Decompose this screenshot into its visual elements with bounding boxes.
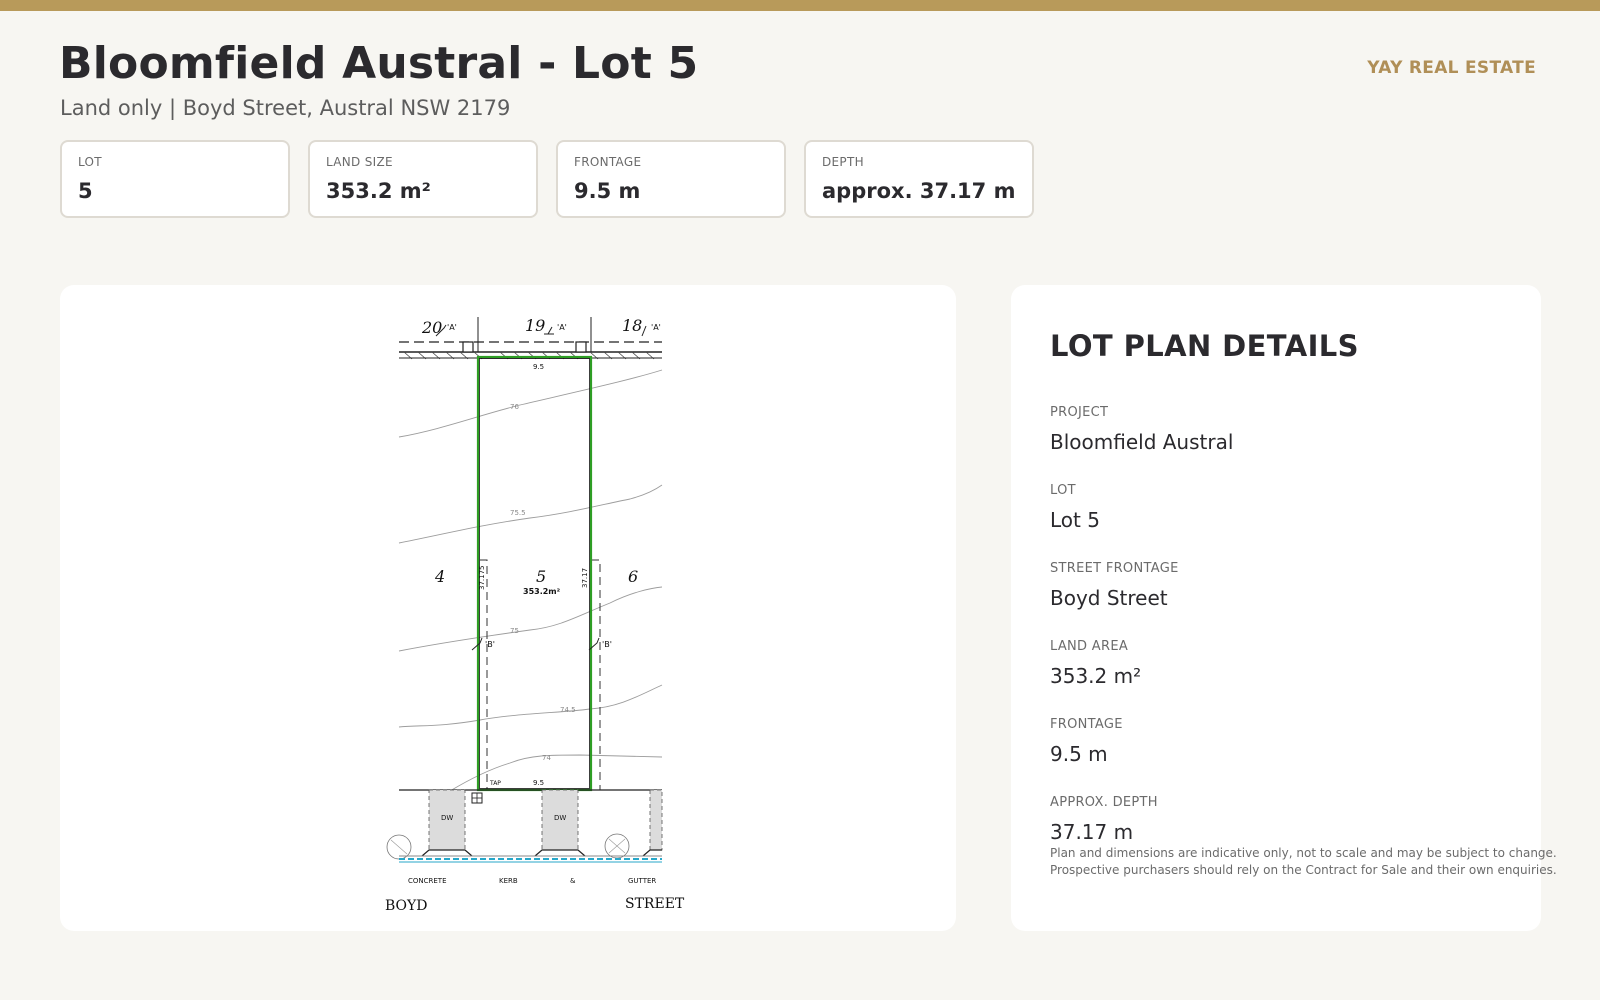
field-value: 353.2 m² xyxy=(1050,664,1142,688)
driveway-crossover xyxy=(421,849,473,857)
top-accent-bar xyxy=(0,0,1600,11)
pit-icon xyxy=(575,341,587,353)
contour-label: 76 xyxy=(510,403,519,411)
stat-frontage: FRONTAGE 9.5 m xyxy=(556,140,786,218)
stat-depth: DEPTH approx. 37.17 m xyxy=(804,140,1034,218)
marker-a: 'A' xyxy=(557,323,567,332)
details-fields: PROJECT Bloomfield Austral LOT Lot 5 STR… xyxy=(1050,405,1541,845)
contour-label: 74 xyxy=(542,754,551,762)
brand-logo[interactable]: YAY REAL ESTATE xyxy=(1367,58,1536,78)
contour-label: 74.5 xyxy=(560,706,576,714)
field-label: APPROX. DEPTH xyxy=(1050,795,1158,810)
kerb-label-gutter: GUTTER xyxy=(628,877,656,885)
field-value: Boyd Street xyxy=(1050,586,1168,610)
kerb-label-and: & xyxy=(570,877,576,885)
field-value: Lot 5 xyxy=(1050,508,1100,532)
lot-plan-card: 76 75.5 75 74.5 74 20 19 18 4 5 6 'A' 'A… xyxy=(60,285,956,931)
lot-number-20: 20 xyxy=(421,318,442,337)
lot-5-boundary xyxy=(476,355,593,792)
field-land-area: LAND AREA 353.2 m² xyxy=(1050,639,1541,717)
contour-label: 75 xyxy=(510,627,519,635)
lot-number-18: 18 xyxy=(622,316,642,335)
marker-a: 'A' xyxy=(447,323,457,332)
stat-value: 5 xyxy=(78,179,93,203)
kerb-label-concrete: CONCRETE xyxy=(408,877,447,885)
field-approx-depth: APPROX. DEPTH 37.17 m xyxy=(1050,795,1541,845)
driveway-crossover xyxy=(534,849,586,857)
stat-label: LOT xyxy=(78,155,102,169)
field-label: LAND AREA xyxy=(1050,639,1129,654)
details-title: LOT PLAN DETAILS xyxy=(1050,329,1359,363)
stat-lot: LOT 5 xyxy=(60,140,290,218)
setback-line-left xyxy=(480,559,488,790)
stat-land-size: LAND SIZE 353.2 m² xyxy=(308,140,538,218)
page-title: Bloomfield Austral - Lot 5 xyxy=(59,38,699,89)
driveway-label: DW xyxy=(441,814,453,822)
page-subtitle: Land only | Boyd Street, Austral NSW 217… xyxy=(60,96,511,120)
field-value: 9.5 m xyxy=(1050,742,1108,766)
stats-row: LOT 5 LAND SIZE 353.2 m² FRONTAGE 9.5 m … xyxy=(60,140,1034,218)
lot-5-inner-line xyxy=(479,358,590,789)
field-label: STREET FRONTAGE xyxy=(1050,561,1179,576)
field-lot: LOT Lot 5 xyxy=(1050,483,1541,561)
field-value: Bloomfield Austral xyxy=(1050,430,1234,454)
lot-number-4: 4 xyxy=(434,567,445,586)
street-name-street: STREET xyxy=(625,896,685,912)
frontage-front-label: 9.5 xyxy=(533,779,544,787)
field-frontage: FRONTAGE 9.5 m xyxy=(1050,717,1541,795)
field-value: 37.17 m xyxy=(1050,820,1134,844)
stat-label: LAND SIZE xyxy=(326,155,393,169)
field-label: PROJECT xyxy=(1050,405,1109,420)
tap-label: TAP xyxy=(489,780,501,787)
field-project: PROJECT Bloomfield Austral xyxy=(1050,405,1541,483)
lot-area-label: 353.2m² xyxy=(523,587,561,596)
marker-b: 'B' xyxy=(602,640,612,649)
contour-label: 75.5 xyxy=(510,509,526,517)
marker-b: 'B' xyxy=(485,640,495,649)
street-name-boyd: BOYD xyxy=(385,898,428,914)
lot-plan-details-panel: LOT PLAN DETAILS PROJECT Bloomfield Aust… xyxy=(1011,285,1557,931)
driveway-right xyxy=(649,789,663,851)
driveway-crossover xyxy=(642,849,662,857)
driveway-label: DW xyxy=(554,814,566,822)
stat-value: 9.5 m xyxy=(574,179,641,203)
field-street-frontage: STREET FRONTAGE Boyd Street xyxy=(1050,561,1541,639)
lot-number-5: 5 xyxy=(536,567,546,586)
depth-right-label: 37.17 xyxy=(581,568,589,588)
disclaimer-text: Plan and dimensions are indicative only,… xyxy=(1050,846,1557,877)
kerb-label-kerb: KERB xyxy=(499,877,518,885)
stat-value: 353.2 m² xyxy=(326,179,431,203)
marker-a: 'A' xyxy=(651,323,661,332)
frontage-rear-label: 9.5 xyxy=(533,363,544,371)
pit-icon xyxy=(462,341,474,353)
depth-left-label: 37.175 xyxy=(478,566,486,591)
stat-value: approx. 37.17 m xyxy=(822,179,1016,203)
lot-number-19: 19 xyxy=(525,316,545,335)
field-label: LOT xyxy=(1050,483,1076,498)
stat-label: FRONTAGE xyxy=(574,155,642,169)
lot-number-6: 6 xyxy=(628,567,638,586)
field-label: FRONTAGE xyxy=(1050,717,1123,732)
lot-plan-drawing: 76 75.5 75 74.5 74 20 19 18 4 5 6 'A' 'A… xyxy=(385,316,685,914)
stat-label: DEPTH xyxy=(822,155,864,169)
